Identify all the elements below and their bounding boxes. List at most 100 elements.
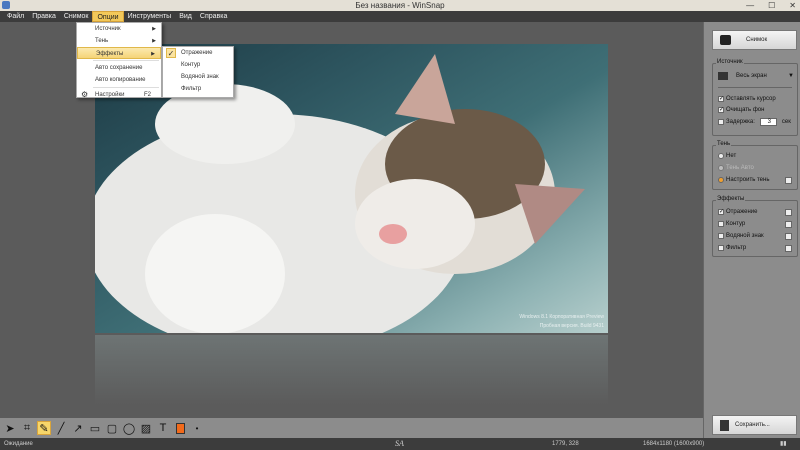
menu-item-label: Тень (95, 38, 109, 44)
radio-icon (718, 165, 724, 171)
checkbox-checked: ✓ (718, 107, 725, 113)
checkbox-unchecked (718, 245, 724, 251)
menu-help[interactable]: Справка (196, 11, 231, 22)
shadow-settings-button[interactable] (785, 177, 792, 184)
minimize-button[interactable]: — (746, 0, 754, 11)
menu-options[interactable]: Опции (92, 11, 124, 22)
checkbox-unchecked (718, 119, 724, 125)
line-tool-icon[interactable]: ╱ (54, 421, 68, 435)
status-icons: ▮▮ (780, 441, 787, 447)
reflection-checkbox[interactable]: ✓ Отражение (718, 209, 757, 215)
menu-item-label: Источник (95, 26, 121, 32)
filter-settings-button[interactable] (785, 245, 792, 252)
checkbox-label: Контур (726, 221, 746, 227)
menu-item-label: Водяной знак (181, 74, 219, 80)
crop-tool-icon[interactable]: ⌗ (20, 421, 34, 435)
effects-group: Эффекты ✓ Отражение Контур Водяной знак Ф… (712, 196, 798, 257)
menu-view[interactable]: Вид (175, 11, 196, 22)
delay-spinner[interactable]: 3 (759, 118, 777, 126)
menu-item-label: Авто копирование (95, 77, 146, 83)
menu-tools[interactable]: Инструменты (124, 11, 176, 22)
seconds-label: сек (781, 119, 791, 125)
watermark-line1: Windows 8.1 Корпоративная Preview (519, 314, 604, 320)
submenu-arrow-icon: ▶ (151, 51, 155, 57)
checkbox-label: Фильтр (726, 245, 747, 251)
pointer-tool-icon[interactable]: ➤ (3, 421, 17, 435)
hatch-tool-icon[interactable]: ▨ (139, 421, 153, 435)
source-select[interactable]: Весь экран ▼ (718, 72, 794, 80)
outline-settings-button[interactable] (785, 221, 792, 228)
menu-item-settings[interactable]: ⚙ Настройки F2 (77, 89, 161, 101)
menu-item-source[interactable]: Источник ▶ (77, 23, 161, 35)
status-logo: SA (395, 439, 404, 448)
menu-item-shadow[interactable]: Тень ▶ (77, 35, 161, 47)
keep-cursor-checkbox[interactable]: ✓ Оставлять курсор (718, 96, 776, 102)
delay-checkbox[interactable]: Задержка: 3 сек (718, 118, 791, 126)
shadow-none-radio[interactable]: Нет (718, 153, 736, 159)
menu-item-watermark[interactable]: Водяной знак (163, 71, 233, 83)
menu-item-auto-save[interactable]: Авто сохранение (77, 62, 161, 74)
menu-edit[interactable]: Правка (28, 11, 60, 22)
menu-capture[interactable]: Снимок (60, 11, 93, 22)
camera-icon (720, 35, 731, 45)
checkbox-label: Отражение (726, 209, 758, 215)
cursor-coords: 1779, 328 (552, 441, 579, 447)
arrow-tool-icon[interactable]: ↗ (71, 421, 85, 435)
save-button[interactable]: Сохранить... (712, 415, 797, 435)
pen-tool-icon[interactable]: ✎ (37, 421, 51, 435)
radio-icon (718, 177, 724, 183)
divider (718, 87, 792, 88)
menu-separator (93, 60, 159, 61)
text-tool-icon[interactable]: T (156, 421, 170, 435)
snap-label: Снимок (746, 37, 768, 43)
shadow-custom-radio[interactable]: Настроить тень (718, 177, 769, 183)
checkbox-checked: ✓ (718, 96, 725, 102)
menu-file[interactable]: Файл (3, 11, 28, 22)
ellipse-tool-icon[interactable]: ◯ (122, 421, 136, 435)
reflection-settings-button[interactable] (785, 209, 792, 216)
monitor-icon (718, 72, 728, 80)
outline-checkbox[interactable]: Контур (718, 221, 745, 227)
status-bar: Ожидание SA 1779, 328 1684x1180 (1600x90… (0, 438, 800, 450)
source-value: Весь экран (736, 73, 767, 79)
source-legend: Источник (716, 59, 744, 65)
submenu-arrow-icon: ▶ (152, 38, 156, 44)
menu-separator (93, 87, 159, 88)
rectangle-tool-icon[interactable]: ▭ (88, 421, 102, 435)
line-width-icon[interactable]: • (190, 421, 204, 435)
menu-item-reflection[interactable]: ✓ Отражение (163, 47, 233, 59)
save-label: Сохранить... (735, 422, 770, 428)
radio-label: Тень Авто (726, 165, 754, 171)
watermark-settings-button[interactable] (785, 233, 792, 240)
shadow-group: Тень Нет Тень Авто Настроить тень (712, 141, 798, 190)
effects-submenu: ✓ Отражение Контур Водяной знак Фильтр (162, 46, 234, 98)
menu-item-label: Эффекты (96, 51, 124, 57)
checkbox-label: Оставлять курсор (726, 96, 776, 102)
checkbox-unchecked (718, 233, 724, 239)
radio-label: Настроить тень (726, 177, 770, 183)
color-picker-icon[interactable] (173, 421, 187, 435)
snap-button[interactable]: Снимок (712, 30, 797, 50)
menu-item-effects[interactable]: Эффекты ▶ (77, 47, 161, 59)
menu-bar: Файл Правка Снимок Опции Инструменты Вид… (0, 11, 800, 22)
menu-item-label: Фильтр (181, 86, 202, 92)
drawing-toolbar: ➤ ⌗ ✎ ╱ ↗ ▭ ▢ ◯ ▨ T • (0, 418, 703, 438)
maximize-button[interactable]: ☐ (768, 0, 775, 11)
menu-item-outline[interactable]: Контур (163, 59, 233, 71)
menu-item-label: Отражение (181, 50, 213, 56)
options-menu: Источник ▶ Тень ▶ Эффекты ▶ Авто сохранение… (76, 22, 162, 101)
image-reflection (95, 335, 608, 405)
shadow-auto-radio[interactable]: Тень Авто (718, 165, 754, 171)
clear-bg-checkbox[interactable]: ✓ Очищать фон (718, 107, 764, 113)
checkmark-icon: ✓ (166, 48, 176, 58)
close-button[interactable]: ✕ (789, 0, 796, 11)
watermark-checkbox[interactable]: Водяной знак (718, 233, 764, 239)
menu-item-auto-copy[interactable]: Авто копирование (77, 74, 161, 86)
checkbox-label: Очищать фон (726, 107, 765, 113)
watermark-line2: Пробная версия. Build 9431 (539, 323, 604, 329)
menu-item-filter[interactable]: Фильтр (163, 83, 233, 95)
checkbox-label: Водяной знак (726, 233, 764, 239)
rounded-rectangle-tool-icon[interactable]: ▢ (105, 421, 119, 435)
filter-checkbox[interactable]: Фильтр (718, 245, 746, 251)
title-bar: Без названия - WinSnap — ☐ ✕ (0, 0, 800, 11)
